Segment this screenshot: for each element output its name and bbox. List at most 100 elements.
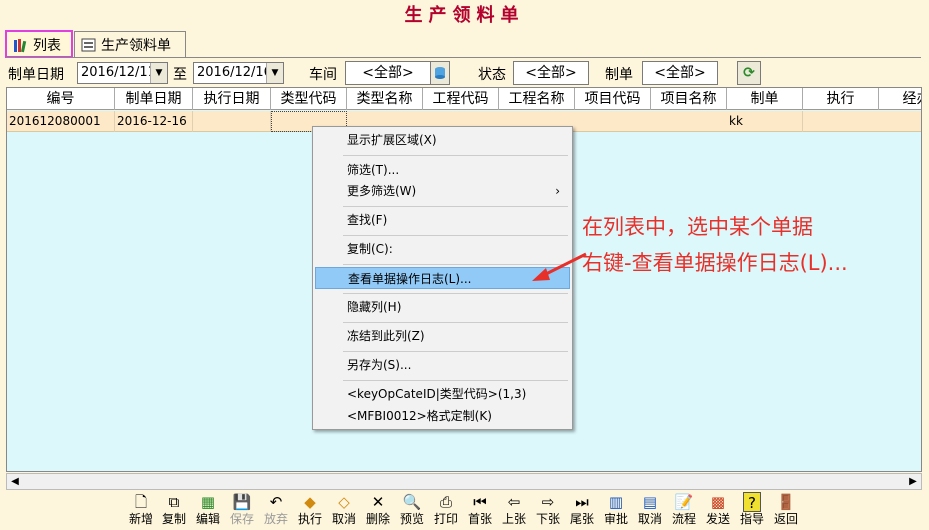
cancel-approve-icon: ▤ xyxy=(642,493,658,511)
date-label: 制单日期 xyxy=(8,67,64,83)
prev-icon: ⇦ xyxy=(507,493,521,511)
new-button[interactable]: 🗋 新增 xyxy=(124,492,158,530)
save-icon: 💾 xyxy=(232,493,252,511)
send-button[interactable]: ▩ 发送 xyxy=(701,492,735,530)
date-from-combo[interactable]: 2016/12/11 ▼ xyxy=(77,62,168,84)
menu-item[interactable]: 查找(F) xyxy=(315,209,570,231)
menu-separator xyxy=(343,206,568,207)
menu-separator xyxy=(343,322,568,323)
menu-item[interactable]: 冻结到此列(Z) xyxy=(315,325,570,347)
copy-button[interactable]: ⧉ 复制 xyxy=(157,492,191,530)
col-header[interactable]: 制单 xyxy=(727,88,803,110)
workshop-select[interactable]: <全部> xyxy=(345,61,431,85)
print-button[interactable]: ⎙ 打印 xyxy=(429,492,463,530)
execute-icon: ◆ xyxy=(304,493,316,511)
cell-make-date[interactable]: 2016-12-16 xyxy=(115,111,193,132)
save-button[interactable]: 💾 保存 xyxy=(225,492,259,530)
menu-item[interactable]: 筛选(T)... xyxy=(315,159,570,181)
date-to-value: 2016/12/16 xyxy=(197,65,272,80)
col-header[interactable]: 编号 xyxy=(7,88,115,110)
chevron-down-icon[interactable]: ▼ xyxy=(150,63,167,83)
menu-separator xyxy=(343,380,568,381)
flow-icon: 📝 xyxy=(674,493,694,511)
help-icon: ? xyxy=(743,492,761,512)
exit-icon: 🚪 xyxy=(776,493,796,511)
execute-button[interactable]: ◆ 执行 xyxy=(293,492,327,530)
prev-button[interactable]: ⇦ 上张 xyxy=(497,492,531,530)
tab-divider xyxy=(6,57,921,58)
cancel-approve-button[interactable]: ▤ 取消 xyxy=(633,492,667,530)
cell-code[interactable]: 201612080001 xyxy=(7,111,115,132)
menu-separator xyxy=(343,351,568,352)
col-header[interactable]: 工程名称 xyxy=(499,88,575,110)
refresh-icon[interactable]: ⟳ xyxy=(737,61,761,85)
approve-icon: ▥ xyxy=(608,493,624,511)
date-to-combo[interactable]: 2016/12/16 ▼ xyxy=(193,62,284,84)
books-icon xyxy=(13,37,29,53)
menu-separator xyxy=(343,293,568,294)
last-icon: ⏭ xyxy=(575,493,589,511)
col-header[interactable]: 制单日期 xyxy=(115,88,193,110)
col-header[interactable]: 类型名称 xyxy=(347,88,423,110)
preview-button[interactable]: 🔍 预览 xyxy=(395,492,429,530)
delete-button[interactable]: ✕ 删除 xyxy=(361,492,395,530)
tab-form[interactable]: 生产领料单 xyxy=(74,31,186,57)
col-header[interactable]: 执行日期 xyxy=(193,88,271,110)
delete-icon: ✕ xyxy=(371,493,385,511)
menu-item[interactable]: 另存为(S)... xyxy=(315,354,570,376)
database-icon[interactable] xyxy=(430,61,450,85)
col-header[interactable]: 经办 xyxy=(879,88,922,110)
send-icon: ▩ xyxy=(710,493,726,511)
edit-button[interactable]: ▦ 编辑 xyxy=(191,492,225,530)
copy-icon: ⧉ xyxy=(168,493,180,511)
scroll-right-icon[interactable]: ▶ xyxy=(905,474,921,489)
col-header[interactable]: 执行 xyxy=(803,88,879,110)
menu-separator xyxy=(343,235,568,236)
col-header[interactable]: 项目名称 xyxy=(651,88,727,110)
menu-item-label: 更多筛选(W) xyxy=(347,184,417,198)
return-button[interactable]: 🚪 返回 xyxy=(769,492,803,530)
first-button[interactable]: ⏮ 首张 xyxy=(463,492,497,530)
tab-form-label: 生产领料单 xyxy=(101,37,171,54)
maker-label: 制单 xyxy=(605,67,633,83)
next-button[interactable]: ⇨ 下张 xyxy=(531,492,565,530)
menu-item[interactable]: <MFBI0012>格式定制(K) xyxy=(315,405,570,427)
preview-icon: 🔍 xyxy=(402,493,422,511)
new-icon: 🗋 xyxy=(134,493,148,511)
cancel-exec-button[interactable]: ◇ 取消 xyxy=(327,492,361,530)
horizontal-scrollbar[interactable]: ◀ ▶ xyxy=(6,473,922,490)
tab-list[interactable]: 列表 xyxy=(5,30,73,58)
annotation-line1: 在列表中，选中某个单据 xyxy=(582,215,813,239)
flow-button[interactable]: 📝 流程 xyxy=(667,492,701,530)
tab-list-label: 列表 xyxy=(33,37,61,54)
cell-maker[interactable]: kk xyxy=(727,111,803,132)
annotation-arrow-icon xyxy=(532,252,587,281)
menu-item[interactable]: 隐藏列(H) xyxy=(315,296,570,318)
edit-icon: ▦ xyxy=(200,493,216,511)
menu-item[interactable]: 显示扩展区域(X) xyxy=(315,129,570,151)
col-header[interactable]: 项目代码 xyxy=(575,88,651,110)
workshop-label: 车间 xyxy=(309,67,337,83)
col-header[interactable]: 类型代码 xyxy=(271,88,347,110)
col-header[interactable]: 工程代码 xyxy=(423,88,499,110)
chevron-right-icon: › xyxy=(555,184,560,198)
menu-item-more-filter[interactable]: 更多筛选(W) › xyxy=(315,180,570,202)
discard-button[interactable]: ↶ 放弃 xyxy=(259,492,293,530)
approve-button[interactable]: ▥ 审批 xyxy=(599,492,633,530)
last-button[interactable]: ⏭ 尾张 xyxy=(565,492,599,530)
menu-separator xyxy=(343,155,568,156)
chevron-down-icon[interactable]: ▼ xyxy=(266,63,283,83)
window-title: 生产领料单 xyxy=(404,5,525,26)
to-label: 至 xyxy=(173,67,187,83)
cancel-icon: ◇ xyxy=(338,493,350,511)
cell-exec-date[interactable] xyxy=(193,111,271,132)
date-from-value: 2016/12/11 xyxy=(81,65,156,80)
maker-select[interactable]: <全部> xyxy=(642,61,718,85)
menu-item[interactable]: <keyOpCateID|类型代码>(1,3) xyxy=(315,383,570,405)
status-label: 状态 xyxy=(478,67,506,83)
next-icon: ⇨ xyxy=(541,493,555,511)
status-select[interactable]: <全部> xyxy=(513,61,589,85)
scroll-left-icon[interactable]: ◀ xyxy=(7,474,23,489)
guide-button[interactable]: ? 指导 xyxy=(735,492,769,530)
filter-bar: 制单日期 2016/12/11 ▼ 至 2016/12/16 ▼ 车间 <全部>… xyxy=(0,60,929,86)
